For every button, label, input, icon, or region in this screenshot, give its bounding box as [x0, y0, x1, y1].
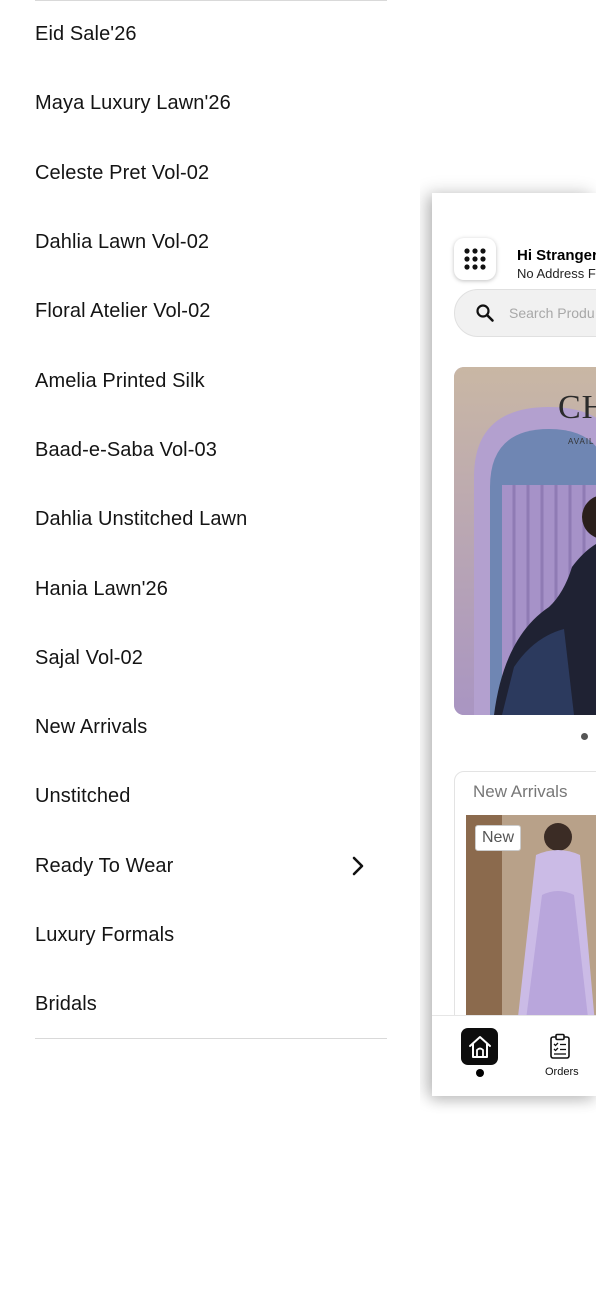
- menu-item-label: Baad-e-Saba Vol-03: [35, 438, 217, 461]
- menu-item-label: Floral Atelier Vol-02: [35, 300, 211, 323]
- search-bar[interactable]: Search Produ: [454, 289, 596, 337]
- menu-item-label: Luxury Formals: [35, 924, 175, 946]
- menu-item-baad-e-saba[interactable]: Baad-e-Saba Vol-03: [0, 416, 420, 485]
- menu-list: Eid Sale'26 Maya Luxury Lawn'26 Celeste …: [0, 0, 420, 1039]
- menu-item-hania-lawn[interactable]: Hania Lawn'26: [0, 554, 420, 623]
- menu-item-dahlia-lawn[interactable]: Dahlia Lawn Vol-02: [0, 208, 420, 277]
- menu-item-label: Celeste Pret Vol-02: [35, 161, 210, 184]
- menu-item-bridals[interactable]: Bridals: [0, 970, 420, 1039]
- menu-item-sajal[interactable]: Sajal Vol-02: [0, 624, 420, 693]
- menu-item-label: Sajal Vol-02: [35, 646, 143, 669]
- home-screen-preview[interactable]: Hi Stranger No Address F Search Produ CH…: [432, 193, 596, 1096]
- product-image[interactable]: New: [466, 815, 596, 1030]
- active-tab-indicator: [476, 1069, 484, 1077]
- menu-item-dahlia-unstitched-lawn[interactable]: Dahlia Unstitched Lawn: [0, 485, 420, 554]
- address-text[interactable]: No Address F: [517, 266, 596, 281]
- menu-item-label: Amelia Printed Silk: [35, 369, 205, 392]
- new-badge: New: [475, 825, 522, 851]
- home-icon: [468, 1035, 491, 1058]
- menu-item-label: Eid Sale'26: [35, 23, 137, 46]
- clipboard-icon[interactable]: [549, 1033, 571, 1059]
- carousel-indicator-dot[interactable]: [581, 733, 588, 740]
- search-icon: [476, 304, 494, 322]
- bottom-tab-bar: Orders: [432, 1015, 596, 1096]
- menu-item-new-arrivals[interactable]: New Arrivals: [0, 693, 420, 762]
- tab-orders-label[interactable]: Orders: [545, 1066, 579, 1078]
- menu-item-label: Bridals: [35, 993, 97, 1016]
- greeting-text: Hi Stranger: [517, 247, 596, 264]
- grid-dots-icon: [464, 248, 486, 270]
- banner-brand-text: CH: [558, 389, 596, 426]
- menu-item-label: Hania Lawn'26: [35, 577, 168, 600]
- navigation-drawer: Eid Sale'26 Maya Luxury Lawn'26 Celeste …: [0, 0, 420, 1290]
- menu-item-ready-to-wear[interactable]: Ready To Wear: [0, 832, 420, 901]
- menu-item-label: Dahlia Unstitched Lawn: [35, 508, 248, 531]
- menu-item-label: Unstitched: [35, 785, 131, 808]
- tab-home[interactable]: [461, 1028, 498, 1065]
- promo-banner[interactable]: CH AVAIL: [454, 367, 596, 715]
- menu-item-maya-luxury-lawn[interactable]: Maya Luxury Lawn'26: [0, 69, 420, 138]
- menu-item-label: Maya Luxury Lawn'26: [35, 92, 231, 115]
- menu-item-eid-sale[interactable]: Eid Sale'26: [0, 0, 420, 69]
- menu-item-unstitched[interactable]: Unstitched: [0, 762, 420, 831]
- menu-item-amelia-printed-silk[interactable]: Amelia Printed Silk: [0, 346, 420, 415]
- drawer-bottom-divider: [35, 1038, 387, 1039]
- menu-item-celeste-pret[interactable]: Celeste Pret Vol-02: [0, 139, 420, 208]
- menu-item-label: Ready To Wear: [35, 854, 174, 877]
- grid-menu-button[interactable]: [454, 238, 496, 280]
- banner-subtext: AVAIL: [568, 437, 595, 446]
- new-arrivals-title: New Arrivals: [473, 782, 568, 801]
- chevron-right-icon[interactable]: [348, 854, 368, 878]
- search-placeholder: Search Produ: [509, 305, 595, 321]
- new-arrivals-card[interactable]: New Arrivals New: [454, 771, 596, 1031]
- menu-item-label: New Arrivals: [35, 716, 148, 739]
- menu-item-floral-atelier[interactable]: Floral Atelier Vol-02: [0, 277, 420, 346]
- menu-item-luxury-formals[interactable]: Luxury Formals: [0, 901, 420, 970]
- menu-item-label: Dahlia Lawn Vol-02: [35, 231, 210, 254]
